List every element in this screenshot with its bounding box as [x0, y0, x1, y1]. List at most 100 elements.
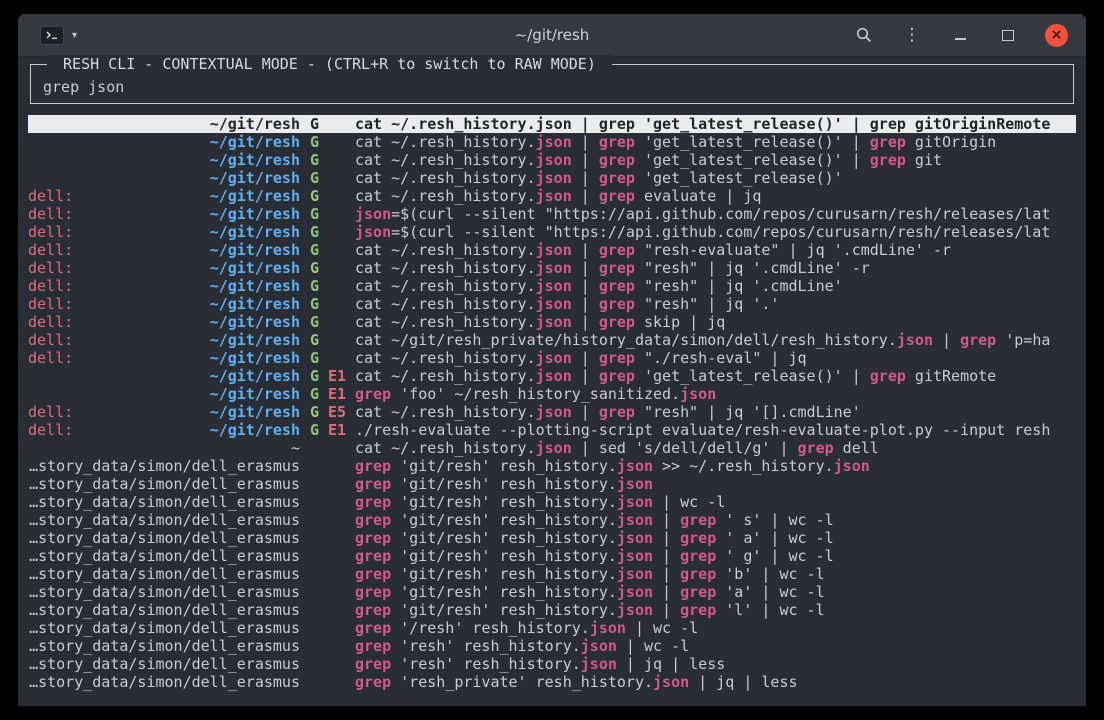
match-highlight: json — [355, 223, 391, 241]
match-highlight: grep — [355, 601, 391, 619]
titlebar: ▾ ~/git/resh ⋮ × — [18, 14, 1086, 57]
history-row[interactable]: …story_data/simon/dell_erasmusgrep 'resh… — [28, 637, 1076, 655]
row-directory: ~/git/resh — [210, 349, 300, 367]
row-command: cat ~/.resh_history.json | grep "resh" |… — [355, 295, 1076, 313]
match-highlight: grep — [870, 115, 906, 133]
match-highlight: grep — [599, 367, 635, 385]
menu-icon[interactable]: ⋮ — [901, 24, 923, 46]
row-flags — [300, 565, 355, 583]
history-row[interactable]: dell:~/git/reshGcat ~/.resh_history.json… — [28, 313, 1076, 331]
terminal-window: ▾ ~/git/resh ⋮ × RESH CLI - CONTEXTUAL M… — [18, 14, 1086, 706]
flag-g: G — [310, 367, 319, 385]
row-flags: GE1 — [300, 367, 355, 385]
history-row[interactable]: …story_data/simon/dell_erasmusgrep 'git/… — [28, 493, 1076, 511]
flag-e1: E1 — [328, 421, 346, 439]
row-command: grep 'git/resh' resh_history.json | grep… — [355, 529, 1076, 547]
row-flags: G — [300, 115, 355, 133]
restore-button[interactable] — [997, 24, 1019, 46]
history-row[interactable]: ~/git/reshGE1cat ~/.resh_history.json | … — [28, 367, 1076, 385]
row-context: …story_data/simon/dell_erasmus — [28, 673, 300, 691]
row-flags: G — [300, 277, 355, 295]
close-button[interactable]: × — [1045, 24, 1068, 47]
match-highlight: grep — [599, 241, 635, 259]
row-directory: …story_data/simon/dell_erasmus — [29, 529, 300, 547]
row-directory: ~/git/resh — [210, 115, 300, 133]
match-highlight: grep — [599, 259, 635, 277]
history-row[interactable]: dell:~/git/reshGcat ~/.resh_history.json… — [28, 349, 1076, 367]
match-highlight: json — [536, 403, 572, 421]
history-row[interactable]: …story_data/simon/dell_erasmus grep 'resh… — [28, 655, 1076, 673]
row-flags: G — [300, 223, 355, 241]
history-row[interactable]: …story_data/simon/dell_erasmusgrep 'git/… — [28, 601, 1076, 619]
flag-g: G — [310, 133, 319, 151]
history-row[interactable]: dell:~/git/reshGE5cat ~/.resh_history.js… — [28, 403, 1076, 421]
row-flags: G — [300, 259, 355, 277]
match-highlight: grep — [599, 349, 635, 367]
match-highlight: json — [536, 349, 572, 367]
history-row[interactable]: dell:~/git/reshGjson=$(curl --silent "ht… — [28, 205, 1076, 223]
flag-g: G — [310, 151, 319, 169]
history-row[interactable]: ~/git/reshGcat ~/.resh_history.json | gr… — [28, 151, 1076, 169]
minimize-button[interactable] — [949, 24, 971, 46]
history-row[interactable]: ~/git/reshGE1grep 'foo' ~/resh_history_s… — [28, 385, 1076, 403]
match-highlight: grep — [599, 133, 635, 151]
flag-g: G — [310, 187, 319, 205]
row-command: cat ~/.resh_history.json | grep 'get_lat… — [355, 115, 1076, 133]
history-row[interactable]: ~cat ~/.resh_history.json | sed 's/dell/… — [28, 439, 1076, 457]
row-flags — [300, 547, 355, 565]
row-command: cat ~/.resh_history.json | grep "resh" |… — [355, 259, 1076, 277]
row-directory: ~/git/resh — [210, 241, 300, 259]
flag-g: G — [310, 331, 319, 349]
resh-search-panel: RESH CLI - CONTEXTUAL MODE - (CTRL+R to … — [30, 64, 1074, 104]
history-row[interactable]: …story_data/simon/dell_erasmusgrep 'git/… — [28, 565, 1076, 583]
history-row[interactable]: …story_data/simon/dell_erasmusgrep '/res… — [28, 619, 1076, 637]
history-row[interactable]: dell:~/git/reshGcat ~/.resh_history.json… — [28, 277, 1076, 295]
match-highlight: grep — [599, 313, 635, 331]
history-row[interactable]: dell:~/git/reshGjson=$(curl --silent "ht… — [28, 223, 1076, 241]
history-row[interactable]: …story_data/simon/dell_erasmus grep 'git/… — [28, 529, 1076, 547]
row-directory: ~/git/resh — [210, 295, 300, 313]
match-highlight: grep — [870, 367, 906, 385]
match-highlight: grep — [599, 403, 635, 421]
match-highlight: grep — [870, 151, 906, 169]
row-command: grep 'resh' resh_history.json | jq | les… — [355, 655, 1076, 673]
history-row[interactable]: dell:~/git/reshGcat ~/.resh_history.json… — [28, 295, 1076, 313]
history-row[interactable]: …story_data/simon/dell_erasmusgrep 'git/… — [28, 547, 1076, 565]
history-row[interactable]: ~/git/reshGcat ~/.resh_history.json | gr… — [28, 169, 1076, 187]
row-command: cat ~/.resh_history.json | grep "resh" |… — [355, 277, 1076, 295]
history-row[interactable]: dell:~/git/reshGcat ~/git/resh_private/h… — [28, 331, 1076, 349]
history-row[interactable]: dell:~/git/reshGcat ~/.resh_history.json… — [28, 259, 1076, 277]
history-row[interactable]: dell:~/git/reshGcat ~/.resh_history.json… — [28, 187, 1076, 205]
history-row[interactable]: …story_data/simon/dell_erasmusgrep 'git/… — [28, 457, 1076, 475]
history-row[interactable]: …story_data/simon/dell_erasmusgrep 'git/… — [28, 511, 1076, 529]
history-row[interactable]: ~/git/reshGcat ~/.resh_history.json | gr… — [28, 133, 1076, 151]
row-command: ./resh-evaluate --plotting-script evalua… — [355, 421, 1076, 439]
row-command: json=$(curl --silent "https://api.github… — [355, 223, 1076, 241]
flag-g: G — [310, 169, 319, 187]
row-directory: …story_data/simon/dell_erasmus — [29, 655, 300, 673]
row-flags — [300, 493, 355, 511]
match-highlight: grep — [960, 331, 996, 349]
row-directory: ~/git/resh — [210, 367, 300, 385]
match-highlight: json — [536, 187, 572, 205]
search-icon[interactable] — [853, 24, 875, 46]
row-context: …story_data/simon/dell_erasmus — [28, 529, 300, 547]
row-context: …story_data/simon/dell_erasmus — [28, 547, 300, 565]
match-highlight: grep — [599, 169, 635, 187]
match-highlight: json — [617, 547, 653, 565]
row-command: cat ~/.resh_history.json | grep evaluate… — [355, 187, 1076, 205]
flag-g: G — [310, 421, 319, 439]
history-row[interactable]: dell:~/git/reshGcat ~/.resh_history.json… — [28, 241, 1076, 259]
history-row[interactable]: …story_data/simon/dell_erasmusgrep 'resh… — [28, 673, 1076, 691]
row-context: ~/git/resh — [28, 151, 300, 169]
match-highlight: json — [617, 511, 653, 529]
history-row[interactable]: …story_data/simon/dell_erasmusgrep 'git/… — [28, 475, 1076, 493]
row-context: …story_data/simon/dell_erasmus — [28, 511, 300, 529]
match-highlight: grep — [355, 511, 391, 529]
row-flags — [300, 655, 355, 673]
history-row[interactable]: dell:~/git/reshGE1./resh-evaluate --plot… — [28, 421, 1076, 439]
row-command: cat ~/.resh_history.json | grep 'get_lat… — [355, 133, 1076, 151]
match-highlight: json — [617, 457, 653, 475]
history-row[interactable]: …story_data/simon/dell_erasmusgrep 'git/… — [28, 583, 1076, 601]
history-row[interactable]: ~/git/reshGcat ~/.resh_history.json | gr… — [28, 115, 1076, 133]
